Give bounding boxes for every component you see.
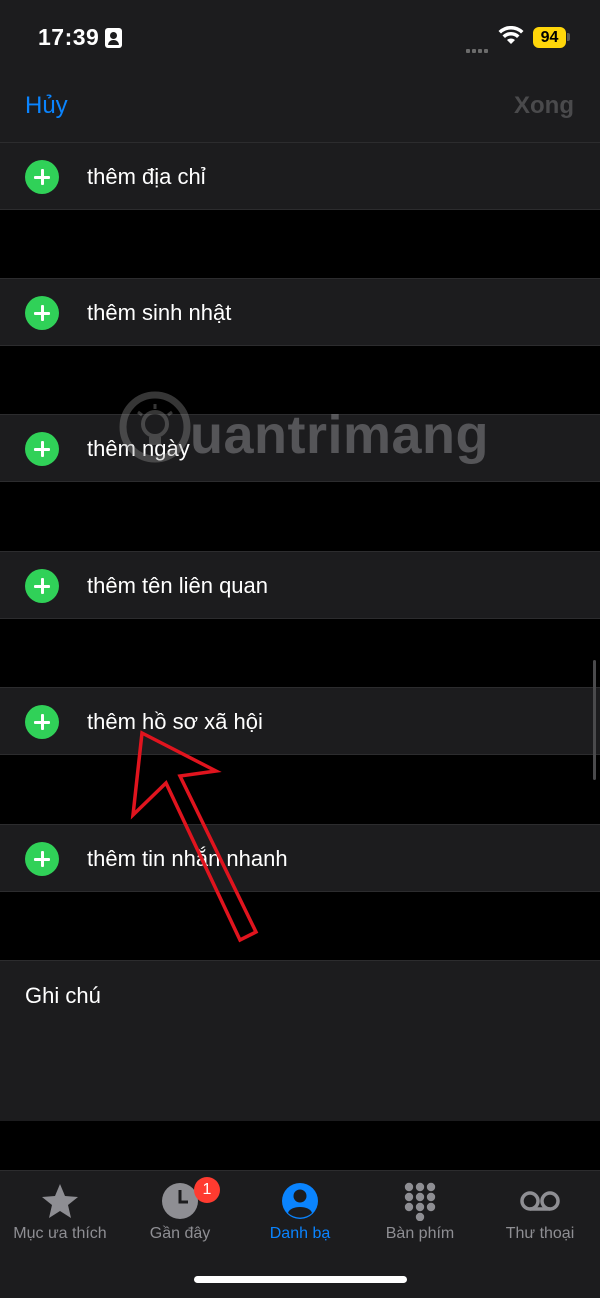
tab-label: Thư thoại [505,1225,575,1242]
person-circle-icon [282,1183,318,1219]
tab-label: Mục ưa thích [13,1225,107,1242]
tab-voicemail[interactable]: Thư thoại [480,1171,600,1251]
annotation-arrow-icon [130,730,259,943]
tab-contacts[interactable]: Danh bạ [240,1171,360,1251]
star-icon [42,1184,78,1218]
tab-favorites[interactable]: Mục ưa thích [0,1171,120,1251]
tab-recents[interactable]: 1 Gần đây [120,1171,240,1251]
tab-label: Danh bạ [269,1225,331,1242]
tab-label: Bàn phím [385,1225,455,1242]
voicemail-icon [520,1191,560,1211]
home-indicator[interactable] [194,1276,407,1283]
tab-keypad[interactable]: Bàn phím [360,1171,480,1251]
tab-label: Gần đây [149,1225,211,1242]
recents-badge: 1 [194,1177,220,1203]
keypad-icon [404,1182,436,1221]
